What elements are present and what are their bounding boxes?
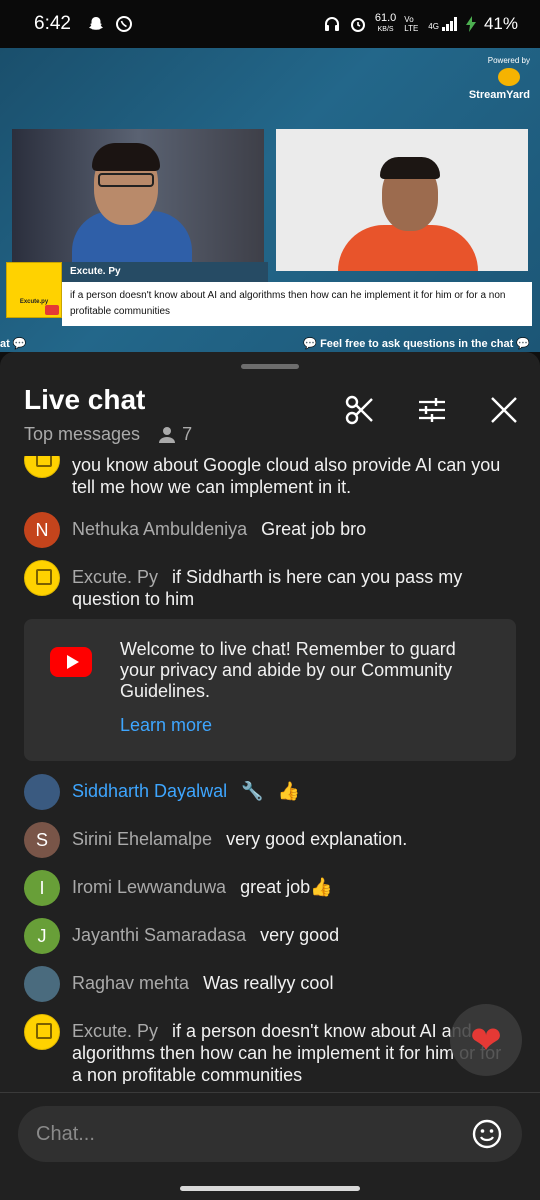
message-text: you know about Google cloud also provide… [72, 456, 501, 497]
avatar[interactable]: S [24, 822, 60, 858]
avatar[interactable] [24, 456, 60, 478]
status-bar: 6:42 61.0 KB/S Vo LTE 4G 41% [0, 0, 540, 48]
chat-message: Excute. Py if Siddharth is here can you p… [24, 560, 504, 610]
sliders-icon[interactable] [416, 394, 448, 426]
youtube-mini-icon [45, 305, 59, 315]
chat-mode-label: Top messages [24, 424, 141, 444]
chat-message: Siddharth Dayalwal 🔧 👍 [24, 774, 504, 810]
headphones-icon [324, 17, 339, 31]
avatar[interactable] [24, 1014, 60, 1050]
chat-message: Excute. Py if a person doesn't know about… [24, 1014, 504, 1084]
welcome-card: Welcome to live chat! Remember to guard … [24, 619, 516, 761]
powered-by-badge: Powered by StreamYard [469, 56, 530, 101]
camera-feed-guest [276, 129, 528, 271]
chat-message: you know about Google cloud also provide… [24, 456, 504, 498]
network-speed: 61.0 KB/S [374, 12, 397, 34]
message-text: Was reallyy cool [203, 973, 334, 993]
chat-message: Raghav mehta Was reallyy cool [24, 966, 504, 1002]
viewer-count: 7 [158, 424, 192, 445]
avatar[interactable]: J [24, 918, 60, 954]
avatar[interactable]: I [24, 870, 60, 906]
author-name[interactable]: Jayanthi Samaradasa [72, 925, 246, 945]
author-name[interactable]: Excute. Py [72, 567, 158, 587]
live-video-player[interactable]: Powered by StreamYard Excute.py Excute. … [0, 48, 540, 352]
author-name[interactable]: Iromi Lewwanduwa [72, 877, 226, 897]
chat-message: S Sirini Ehelamalpe very good explanation… [24, 822, 504, 858]
scrolling-ticker: at 💬 💬 Feel free to ask questions in the… [0, 338, 530, 350]
camera-feed-host [12, 129, 264, 271]
author-name[interactable]: Excute. Py [72, 1021, 158, 1041]
author-name[interactable]: Sirini Ehelamalpe [72, 829, 212, 849]
welcome-text: Welcome to live chat! Remember to guard … [120, 639, 456, 701]
avatar[interactable] [24, 560, 60, 596]
chat-input-bar[interactable] [18, 1106, 522, 1162]
chat-message: I Iromi Lewwanduwa great job👍 [24, 870, 504, 906]
avatar[interactable] [24, 774, 60, 810]
heart-reaction-button[interactable]: ❤ [450, 1004, 522, 1076]
avatar[interactable]: N [24, 512, 60, 548]
chat-title: Live chat [24, 384, 146, 415]
message-text: very good explanation. [226, 829, 408, 849]
battery-level: 41% [483, 14, 518, 33]
banner-author: Excute. Py [62, 262, 268, 282]
scissors-icon[interactable] [344, 394, 376, 426]
powered-by-text: Powered by [487, 56, 530, 65]
wrench-badge-icon: 🔧 [241, 781, 264, 801]
banner-question: if a person doesn't know about AI and al… [62, 282, 532, 326]
chat-message: J Jayanthi Samaradasa very good [24, 918, 504, 954]
close-icon[interactable] [488, 394, 520, 426]
whatsapp-icon [115, 16, 132, 32]
chat-message-list[interactable]: you know about Google cloud also provide… [0, 456, 540, 1084]
message-text: 👍 [277, 781, 300, 801]
emoji-icon[interactable] [472, 1119, 502, 1149]
channel-logo: Excute.py [6, 262, 62, 318]
alarm-icon [350, 18, 365, 32]
volte-indicator: Vo LTE [404, 15, 419, 33]
chat-input[interactable] [36, 1106, 456, 1162]
author-name[interactable]: Raghav mehta [72, 973, 189, 993]
message-text: Great job bro [261, 519, 367, 539]
live-chat-panel: Live chat Top messages 7 you know about … [0, 352, 540, 1200]
author-name[interactable]: Nethuka Ambuldeniya [72, 519, 247, 539]
divider [0, 1092, 540, 1093]
message-text: very good [260, 925, 340, 945]
chat-message: N Nethuka Ambuldeniya Great job bro [24, 512, 504, 548]
guest-figure [338, 225, 478, 271]
learn-more-link[interactable]: Learn more [120, 715, 212, 736]
author-name[interactable]: Siddharth Dayalwal [72, 781, 227, 801]
clock: 6:42 [34, 13, 71, 34]
message-text: great job👍 [240, 877, 333, 897]
charging-icon [465, 16, 476, 32]
person-icon [159, 426, 176, 443]
youtube-icon [50, 647, 92, 677]
signal-bars-icon [441, 17, 457, 31]
avatar[interactable] [24, 966, 60, 1002]
streamyard-brand: StreamYard [468, 89, 530, 101]
signal-indicator: 4G [428, 17, 458, 31]
chat-mode-selector[interactable]: Top messages 7 [24, 424, 192, 445]
drag-handle[interactable] [241, 364, 299, 369]
home-indicator[interactable] [180, 1186, 360, 1191]
heart-icon: ❤ [470, 1019, 502, 1062]
snapchat-icon [88, 17, 103, 30]
